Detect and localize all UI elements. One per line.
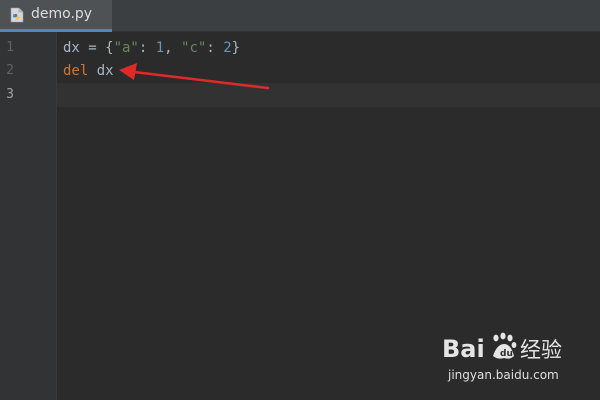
- line-number-2: 2: [6, 63, 14, 78]
- line-number-1: 1: [6, 40, 14, 55]
- code-token: ,: [164, 40, 182, 56]
- svg-text:du: du: [500, 349, 513, 359]
- line-number-3: 3: [6, 87, 14, 102]
- code-token: dx: [88, 63, 114, 79]
- svg-text:Bai: Bai: [442, 335, 485, 363]
- code-token: }: [231, 40, 241, 56]
- tab-demo-py[interactable]: demo.py: [0, 0, 112, 32]
- code-token: :: [138, 40, 156, 56]
- ide-window: demo.py 1 2 3 dx = {"a": 1, "c": 2} del …: [0, 0, 600, 400]
- code-token: dx = {: [63, 40, 114, 56]
- string-token: "c": [181, 40, 207, 56]
- baidu-logo-icon: Bai du 经验: [442, 332, 562, 363]
- number-token: 2: [223, 40, 232, 56]
- svg-text:经验: 经验: [520, 338, 562, 362]
- watermark-url: jingyan.baidu.com: [448, 368, 559, 382]
- string-token: "a": [113, 40, 139, 56]
- code-token: :: [206, 40, 224, 56]
- keyword-token: del: [63, 63, 89, 79]
- baidu-jingyan-watermark: Bai du 经验 jingyan.baidu.com: [442, 330, 570, 386]
- python-file-icon: [10, 7, 24, 23]
- current-line-highlight: [57, 83, 600, 107]
- line-number-gutter: 1 2 3: [0, 32, 57, 400]
- number-token: 1: [155, 40, 165, 56]
- tab-filename: demo.py: [31, 6, 93, 22]
- editor-tab-bar: demo.py: [0, 0, 600, 32]
- code-line-2[interactable]: del dx: [63, 61, 114, 81]
- code-line-1[interactable]: dx = {"a": 1, "c": 2}: [63, 38, 240, 58]
